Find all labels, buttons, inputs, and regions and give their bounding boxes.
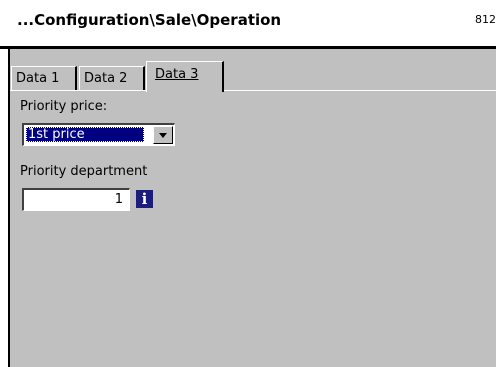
- dropdown-button[interactable]: [153, 126, 173, 144]
- priority-department-label: Priority department: [20, 164, 148, 179]
- info-icon[interactable]: i: [136, 190, 153, 208]
- priority-price-label: Priority price:: [20, 99, 108, 114]
- priority-price-value: 1st price: [26, 127, 144, 142]
- chevron-down-icon: [159, 133, 167, 138]
- page-title: ...Configuration\Sale\Operation: [17, 11, 282, 29]
- priority-department-input[interactable]: 1: [22, 188, 130, 211]
- tab-data-2[interactable]: Data 2: [79, 66, 145, 91]
- tab-data-3[interactable]: Data 3: [146, 61, 224, 92]
- tab-label: Data 2: [84, 71, 128, 86]
- tab-baseline: [223, 90, 496, 91]
- priority-price-select[interactable]: 1st price: [22, 123, 175, 146]
- tab-baseline: [10, 90, 147, 91]
- tab-label: Data 1: [16, 71, 60, 86]
- tab-label: Data 3: [155, 67, 199, 82]
- content-panel: Data 1 Data 2 Data 3 Priority price: 1st…: [8, 49, 496, 367]
- screen-code: 812: [475, 13, 496, 26]
- tab-data-1[interactable]: Data 1: [11, 66, 77, 91]
- header-bar: ...Configuration\Sale\Operation 812: [0, 0, 496, 46]
- tab-strip: Data 1 Data 2 Data 3: [10, 49, 496, 92]
